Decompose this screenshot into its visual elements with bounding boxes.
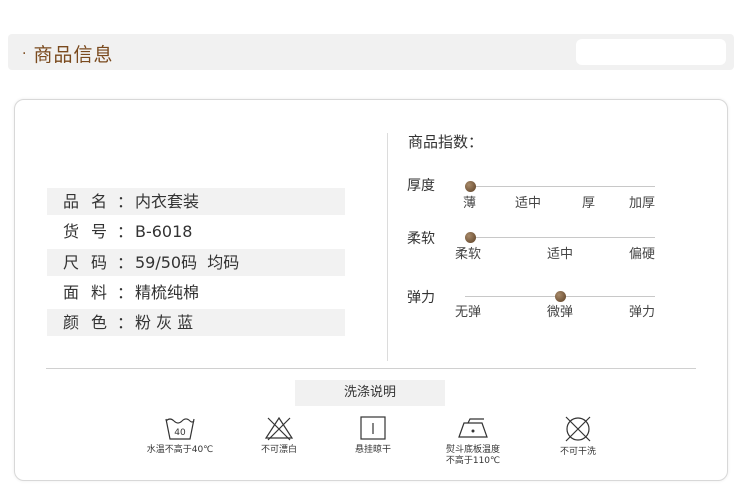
scale-name: 柔软 bbox=[407, 231, 435, 247]
attr-key: 尺码 bbox=[63, 253, 120, 272]
scale-label: 加厚 bbox=[629, 196, 656, 211]
attr-key: 品名 bbox=[63, 192, 120, 211]
attr-row-name: 品名 ： 内衣套装 bbox=[47, 188, 345, 215]
attr-colon: ： bbox=[117, 192, 134, 211]
attr-colon: ： bbox=[117, 222, 134, 241]
scale-label: 适中 bbox=[515, 196, 542, 211]
care-label: 悬挂晾干 bbox=[354, 445, 391, 455]
horizontal-divider bbox=[46, 368, 696, 369]
scale-label: 适中 bbox=[547, 247, 574, 262]
scale-name: 厚度 bbox=[407, 178, 435, 194]
scale-knob bbox=[464, 181, 476, 192]
scale-track bbox=[465, 237, 655, 238]
scale-knob bbox=[464, 232, 476, 243]
attr-colon: ： bbox=[117, 283, 134, 302]
scale-label: 偏硬 bbox=[629, 247, 656, 262]
scale-label: 薄 bbox=[463, 196, 477, 211]
care-label: 熨斗底板温度 bbox=[445, 445, 500, 455]
scale-softness: 柔软 柔软 适中 偏硬 bbox=[407, 228, 677, 268]
attr-key: 面料 bbox=[63, 283, 120, 302]
product-info-card: 品名 ： 内衣套装 货号 ： B-6018 尺码 ： 59/50码 均码 面料 … bbox=[14, 99, 728, 481]
attr-value: 粉 灰 蓝 bbox=[135, 313, 194, 332]
vertical-divider bbox=[387, 133, 388, 361]
attr-key: 货号 bbox=[63, 222, 120, 241]
scale-track bbox=[465, 186, 655, 187]
attr-row-color: 颜色 ： 粉 灰 蓝 bbox=[47, 309, 345, 336]
bullet-dot: · bbox=[22, 46, 28, 62]
wash-temp-text: 40 bbox=[174, 428, 186, 438]
scale-thickness: 厚度 薄 适中 厚 加厚 bbox=[407, 175, 677, 215]
care-label: 水温不高于40℃ bbox=[146, 445, 214, 455]
attr-value: 59/50码 均码 bbox=[135, 253, 240, 272]
care-item-bleach: 不可漂白 bbox=[234, 415, 324, 456]
scale-label: 无弹 bbox=[455, 305, 482, 320]
care-label: 不可干洗 bbox=[559, 447, 596, 457]
index-title: 商品指数： bbox=[408, 133, 484, 151]
wash-40-icon: 40 bbox=[165, 418, 195, 440]
care-label: 不可漂白 bbox=[260, 445, 297, 455]
scale-elasticity: 弹力 无弹 微弹 弹力 bbox=[407, 287, 677, 327]
scale-label: 柔软 bbox=[455, 247, 482, 262]
scale-label: 微弹 bbox=[547, 305, 574, 320]
wash-title: 洗涤说明 bbox=[295, 380, 445, 406]
hang-dry-icon bbox=[360, 416, 386, 440]
attr-colon: ： bbox=[117, 253, 134, 272]
iron-icon bbox=[458, 418, 488, 438]
header-blank-box bbox=[576, 39, 726, 65]
scale-name: 弹力 bbox=[407, 290, 435, 306]
attr-key: 颜色 bbox=[63, 313, 120, 332]
care-item-hang-dry: 悬挂晾干 bbox=[328, 415, 418, 456]
section-title-text: 商品信息 bbox=[33, 44, 114, 66]
section-title: · 商品信息 bbox=[22, 40, 113, 67]
care-item-dry-clean: 不可干洗 bbox=[533, 415, 623, 458]
attr-value: B-6018 bbox=[135, 222, 193, 241]
attr-colon: ： bbox=[117, 313, 134, 332]
no-dry-clean-icon bbox=[565, 416, 591, 442]
attr-value: 精梳纯棉 bbox=[135, 283, 200, 302]
no-bleach-icon bbox=[264, 416, 294, 441]
attr-value: 内衣套装 bbox=[135, 192, 200, 211]
care-item-iron: 熨斗底板温度 不高于110℃ bbox=[428, 415, 518, 467]
attr-row-size: 尺码 ： 59/50码 均码 bbox=[47, 249, 345, 276]
scale-label: 厚 bbox=[582, 196, 596, 211]
section-header: · 商品信息 bbox=[8, 34, 734, 70]
care-label-line2: 不高于110℃ bbox=[445, 456, 501, 466]
care-item-wash: 40 水温不高于40℃ bbox=[135, 415, 225, 456]
attr-row-fabric: 面料 ： 精梳纯棉 bbox=[47, 279, 345, 306]
attr-row-sku: 货号 ： B-6018 bbox=[47, 218, 345, 245]
scale-label: 弹力 bbox=[629, 305, 656, 320]
